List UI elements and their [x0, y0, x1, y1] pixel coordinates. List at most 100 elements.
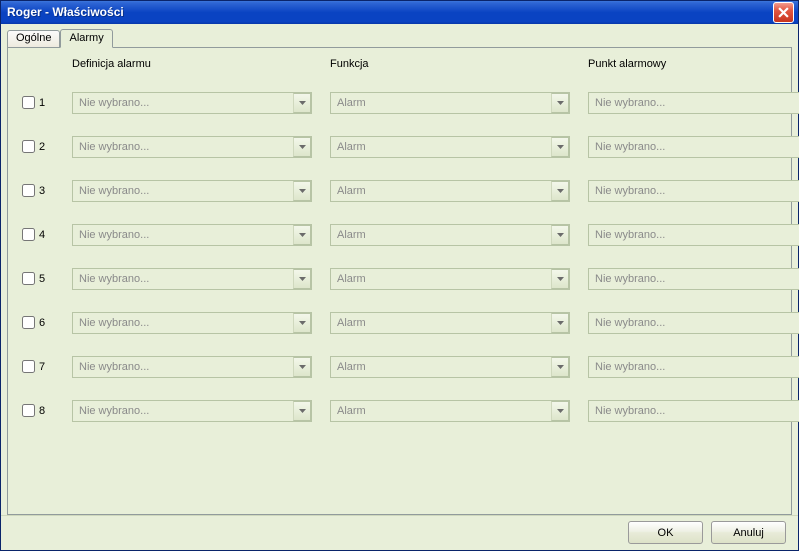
row-number: 7 [39, 361, 45, 373]
alarm-definition-combo-field[interactable] [72, 180, 312, 202]
alarm-function-combo-dropdown-button[interactable] [551, 137, 569, 157]
window-title: Roger - Właściwości [7, 5, 124, 19]
alarm-function-combo-field[interactable] [330, 312, 570, 334]
row-enable-checkbox[interactable] [22, 228, 35, 241]
chevron-down-icon [299, 233, 306, 237]
alarm-function-combo-field[interactable] [330, 136, 570, 158]
tab-alarms[interactable]: Alarmy [60, 29, 112, 48]
chevron-down-icon [299, 409, 306, 413]
alarm-definition-combo-dropdown-button[interactable] [293, 357, 311, 377]
header-point: Punkt alarmowy [588, 58, 799, 70]
row-selector: 2 [22, 140, 54, 153]
alarm-function-combo-field[interactable] [330, 92, 570, 114]
row-number: 5 [39, 273, 45, 285]
alarm-definition-combo-dropdown-button[interactable] [293, 269, 311, 289]
row-enable-checkbox[interactable] [22, 140, 35, 153]
alarm-point-combo[interactable] [588, 180, 799, 202]
alarm-definition-combo[interactable] [72, 224, 312, 246]
alarm-function-combo[interactable] [330, 180, 570, 202]
alarm-function-combo[interactable] [330, 312, 570, 334]
chevron-down-icon [299, 145, 306, 149]
alarm-definition-combo[interactable] [72, 356, 312, 378]
alarm-point-combo-field[interactable] [588, 136, 799, 158]
chevron-down-icon [557, 277, 564, 281]
alarm-definition-combo[interactable] [72, 268, 312, 290]
alarm-point-combo-field[interactable] [588, 268, 799, 290]
alarm-definition-combo[interactable] [72, 400, 312, 422]
alarm-definition-combo-dropdown-button[interactable] [293, 401, 311, 421]
alarm-definition-combo-field[interactable] [72, 92, 312, 114]
alarm-definition-combo-dropdown-button[interactable] [293, 181, 311, 201]
chevron-down-icon [557, 233, 564, 237]
alarm-function-combo[interactable] [330, 268, 570, 290]
alarm-definition-combo-dropdown-button[interactable] [293, 313, 311, 333]
alarm-definition-combo[interactable] [72, 92, 312, 114]
alarm-function-combo-field[interactable] [330, 268, 570, 290]
alarm-definition-combo-field[interactable] [72, 224, 312, 246]
alarm-definition-combo[interactable] [72, 136, 312, 158]
alarm-function-combo-field[interactable] [330, 180, 570, 202]
alarm-point-combo[interactable] [588, 224, 799, 246]
alarm-point-combo[interactable] [588, 400, 799, 422]
row-enable-checkbox[interactable] [22, 316, 35, 329]
row-enable-checkbox[interactable] [22, 184, 35, 197]
alarm-function-combo-dropdown-button[interactable] [551, 181, 569, 201]
alarm-point-combo-field[interactable] [588, 224, 799, 246]
ok-button[interactable]: OK [628, 521, 703, 544]
chevron-down-icon [299, 101, 306, 105]
chevron-down-icon [557, 145, 564, 149]
alarm-definition-combo-field[interactable] [72, 268, 312, 290]
alarm-function-combo-dropdown-button[interactable] [551, 225, 569, 245]
alarm-function-combo-dropdown-button[interactable] [551, 357, 569, 377]
alarm-point-combo-field[interactable] [588, 312, 799, 334]
alarm-definition-combo[interactable] [72, 312, 312, 334]
alarm-function-combo[interactable] [330, 224, 570, 246]
alarm-point-combo[interactable] [588, 312, 799, 334]
alarm-function-combo-dropdown-button[interactable] [551, 401, 569, 421]
alarm-definition-combo-dropdown-button[interactable] [293, 225, 311, 245]
alarm-function-combo-field[interactable] [330, 356, 570, 378]
properties-window: Roger - Właściwości Ogólne Alarmy Defini… [0, 0, 799, 551]
alarm-definition-combo-dropdown-button[interactable] [293, 137, 311, 157]
alarm-function-combo-dropdown-button[interactable] [551, 269, 569, 289]
alarm-point-combo-field[interactable] [588, 400, 799, 422]
alarm-function-combo[interactable] [330, 136, 570, 158]
alarm-function-combo[interactable] [330, 400, 570, 422]
chevron-down-icon [299, 189, 306, 193]
alarm-function-combo-dropdown-button[interactable] [551, 93, 569, 113]
alarm-point-combo-field[interactable] [588, 356, 799, 378]
alarm-point-combo-field[interactable] [588, 92, 799, 114]
alarm-point-combo[interactable] [588, 356, 799, 378]
row-selector: 7 [22, 360, 54, 373]
row-enable-checkbox[interactable] [22, 272, 35, 285]
alarm-function-combo-field[interactable] [330, 400, 570, 422]
alarm-definition-combo[interactable] [72, 180, 312, 202]
row-enable-checkbox[interactable] [22, 96, 35, 109]
row-number: 3 [39, 185, 45, 197]
alarm-definition-combo-field[interactable] [72, 136, 312, 158]
alarm-definition-combo-field[interactable] [72, 356, 312, 378]
alarm-grid: Definicja alarmu Funkcja Punkt alarmowy … [22, 58, 777, 422]
close-button[interactable] [773, 2, 794, 23]
alarm-point-combo[interactable] [588, 268, 799, 290]
cancel-button[interactable]: Anuluj [711, 521, 786, 544]
row-number: 2 [39, 141, 45, 153]
chevron-down-icon [557, 365, 564, 369]
alarm-definition-combo-field[interactable] [72, 312, 312, 334]
titlebar: Roger - Właściwości [1, 1, 798, 24]
alarm-function-combo[interactable] [330, 356, 570, 378]
row-enable-checkbox[interactable] [22, 404, 35, 417]
alarm-function-combo[interactable] [330, 92, 570, 114]
row-selector: 5 [22, 272, 54, 285]
alarm-point-combo[interactable] [588, 92, 799, 114]
row-enable-checkbox[interactable] [22, 360, 35, 373]
chevron-down-icon [299, 365, 306, 369]
alarm-point-combo-field[interactable] [588, 180, 799, 202]
alarm-definition-combo-dropdown-button[interactable] [293, 93, 311, 113]
alarm-point-combo[interactable] [588, 136, 799, 158]
row-number: 8 [39, 405, 45, 417]
close-icon [778, 7, 789, 18]
alarm-definition-combo-field[interactable] [72, 400, 312, 422]
alarm-function-combo-dropdown-button[interactable] [551, 313, 569, 333]
alarm-function-combo-field[interactable] [330, 224, 570, 246]
